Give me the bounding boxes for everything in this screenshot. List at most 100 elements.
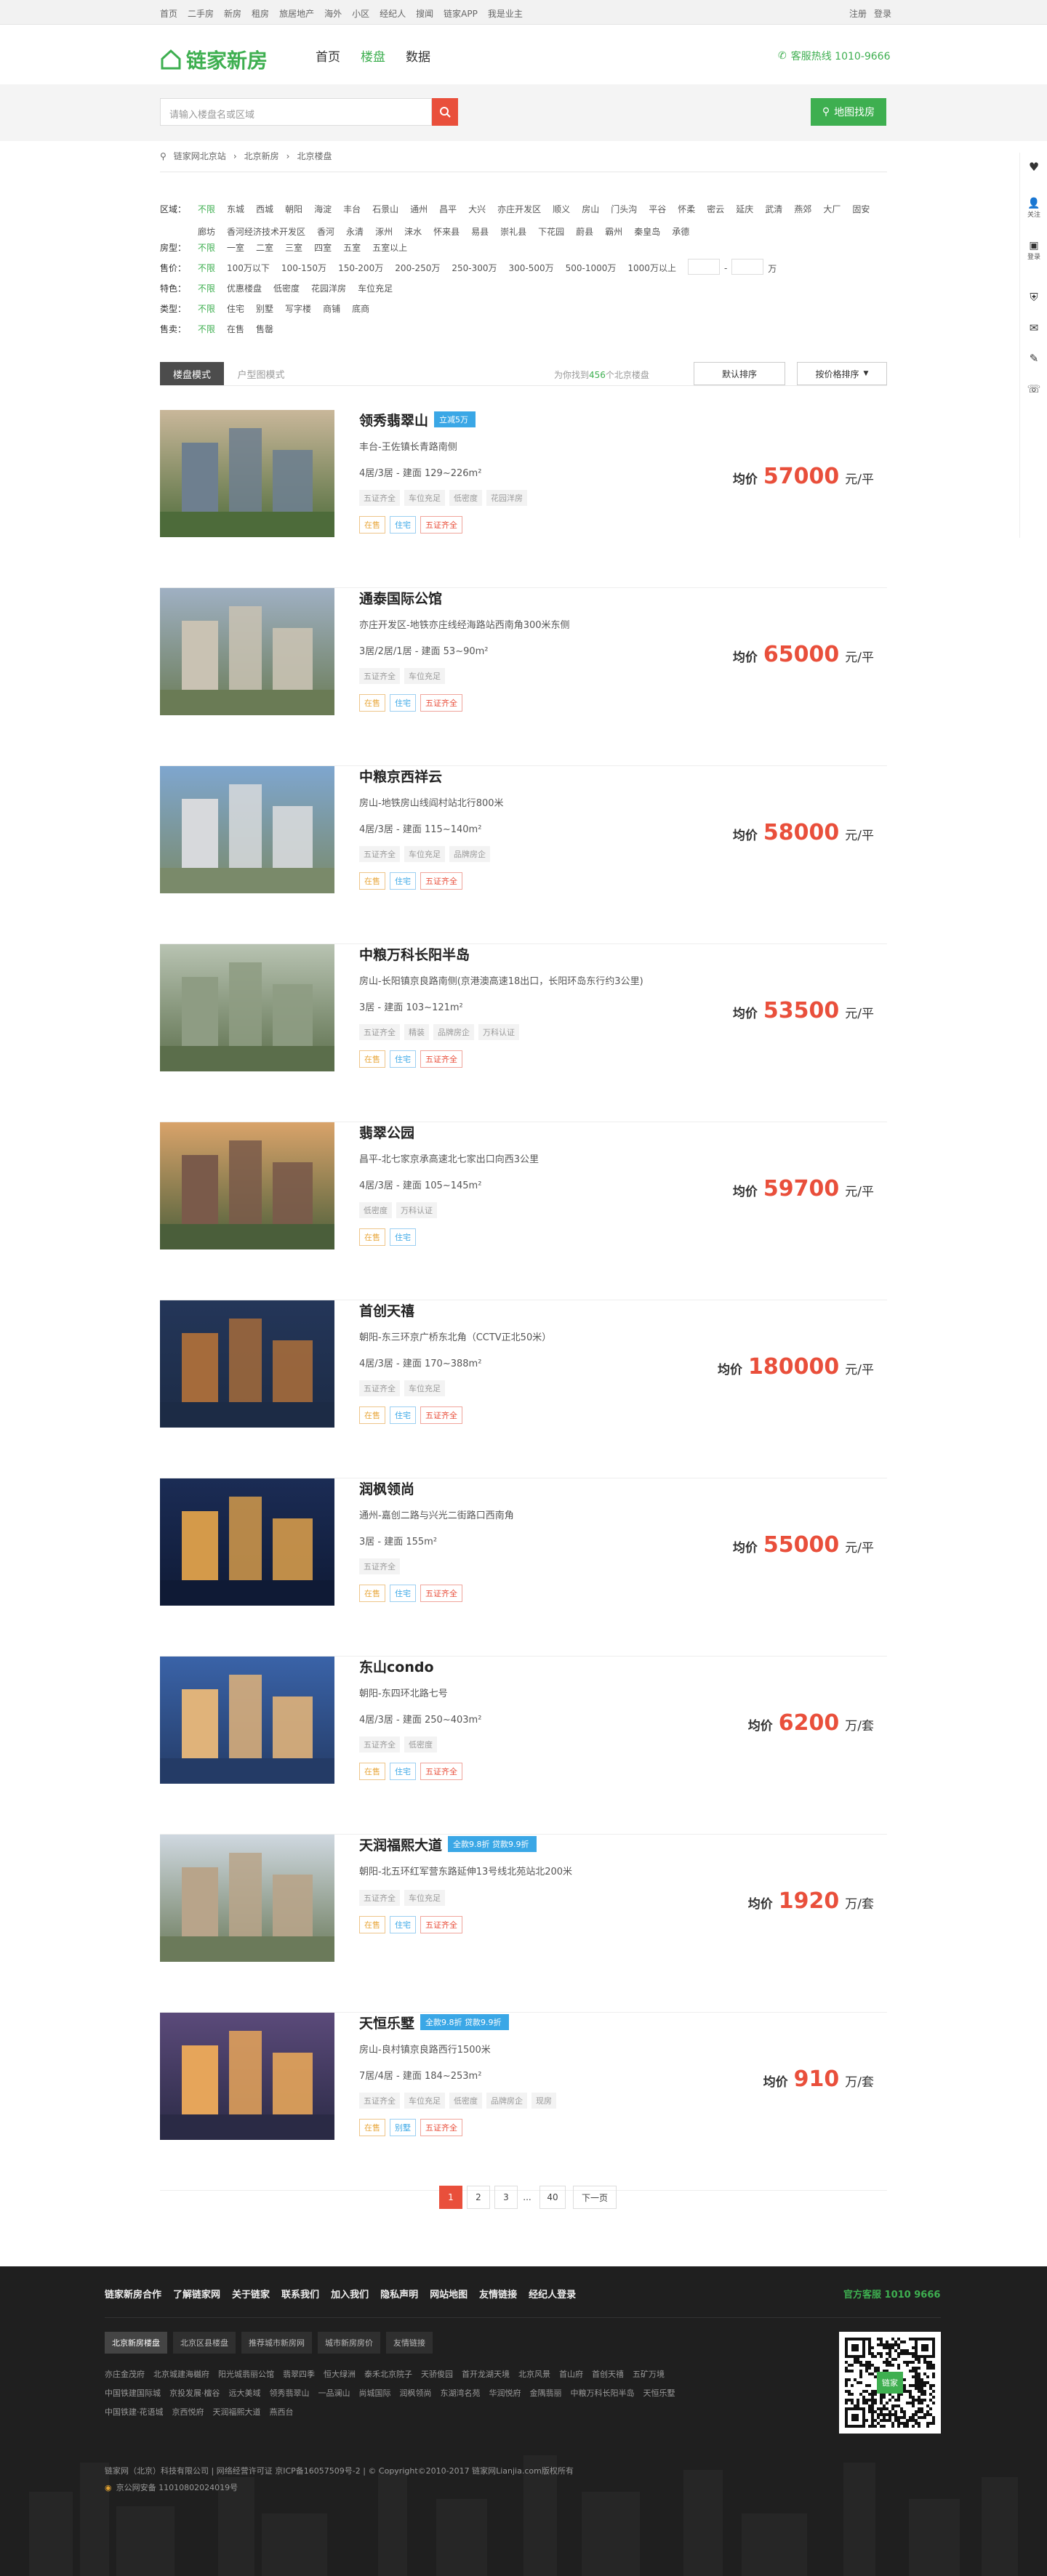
footer-city-link[interactable]: 尚城国际 bbox=[359, 2387, 391, 2399]
footer-city-link[interactable]: 恒大绿洲 bbox=[324, 2368, 356, 2380]
footer-city-link[interactable]: 翡翠四季 bbox=[283, 2368, 315, 2380]
page-3-button[interactable]: 3 bbox=[494, 2186, 518, 2209]
filter-option[interactable]: 写字楼 bbox=[285, 302, 311, 315]
message-tool[interactable]: ✉ bbox=[1020, 321, 1047, 334]
listing-image[interactable] bbox=[160, 944, 334, 1071]
page-1-button[interactable]: 1 bbox=[439, 2186, 462, 2209]
price-min-input[interactable] bbox=[687, 259, 720, 275]
footer-city-link[interactable]: 首山府 bbox=[559, 2368, 583, 2380]
footer-link[interactable]: 链家新房合作 bbox=[105, 2287, 161, 2301]
sort-default-button[interactable]: 默认排序 bbox=[694, 362, 785, 385]
filter-option[interactable]: 售罄 bbox=[256, 323, 273, 335]
filter-option[interactable]: 下花园 bbox=[538, 225, 564, 238]
filter-option[interactable]: 丰台 bbox=[343, 203, 361, 215]
nav-item[interactable]: 楼盘 bbox=[361, 47, 385, 65]
filter-option[interactable]: 100万以下 bbox=[227, 262, 270, 275]
listing-title[interactable]: 中粮京西祥云 bbox=[359, 769, 442, 785]
favorite-tool[interactable]: ♥ bbox=[1020, 160, 1047, 174]
shield-tool[interactable]: ⛨ bbox=[1020, 291, 1047, 304]
edit-tool[interactable]: ✎ bbox=[1020, 352, 1047, 365]
filter-option[interactable]: 平谷 bbox=[649, 203, 666, 215]
top-link[interactable]: 租房 bbox=[252, 7, 269, 20]
footer-link[interactable]: 加入我们 bbox=[331, 2287, 369, 2301]
filter-option[interactable]: 优惠楼盘 bbox=[227, 282, 262, 294]
footer-city-link[interactable]: 首创天禧 bbox=[592, 2368, 624, 2380]
listing-image[interactable] bbox=[160, 588, 334, 715]
listing-image[interactable] bbox=[160, 1657, 334, 1784]
filter-option[interactable]: 四室 bbox=[314, 241, 332, 254]
filter-option[interactable]: 五室以上 bbox=[372, 241, 407, 254]
top-link[interactable]: 我是业主 bbox=[488, 7, 523, 20]
login-tool[interactable]: ▣ 登录 bbox=[1020, 240, 1047, 261]
filter-option[interactable]: 燕郊 bbox=[794, 203, 811, 215]
filter-option[interactable]: 别墅 bbox=[256, 302, 273, 315]
listing-image[interactable] bbox=[160, 1122, 334, 1249]
filter-option[interactable]: 怀来县 bbox=[433, 225, 460, 238]
listing-item[interactable]: 中粮京西祥云 房山-地铁房山线阎村站北行800米 4居/3居 - 建面 115~14… bbox=[160, 766, 887, 944]
next-page-button[interactable]: 下一页 bbox=[573, 2186, 617, 2209]
footer-city-link[interactable]: 中粮万科长阳半岛 bbox=[571, 2387, 635, 2399]
filter-option[interactable]: 五室 bbox=[343, 241, 361, 254]
footer-city-link[interactable]: 五矿万境 bbox=[633, 2368, 665, 2380]
footer-city-link[interactable]: 亦庄金茂府 bbox=[105, 2368, 145, 2380]
top-link[interactable]: 小区 bbox=[352, 7, 369, 20]
footer-city-link[interactable]: 金隅翡丽 bbox=[530, 2387, 562, 2399]
top-link[interactable]: 新房 bbox=[224, 7, 241, 20]
filter-option[interactable]: 延庆 bbox=[736, 203, 753, 215]
listing-name[interactable]: 领秀翡翠山 立减5万 bbox=[359, 410, 476, 430]
footer-city-link[interactable]: 润枫领尚 bbox=[400, 2387, 432, 2399]
filter-option[interactable]: 大厂 bbox=[823, 203, 841, 215]
listing-name[interactable]: 润枫领尚 bbox=[359, 1478, 414, 1498]
footer-tab[interactable]: 北京区县楼盘 bbox=[173, 2332, 236, 2354]
filter-option[interactable]: 商铺 bbox=[323, 302, 340, 315]
filter-option[interactable]: 门头沟 bbox=[611, 203, 637, 215]
top-link[interactable]: 二手房 bbox=[188, 7, 214, 20]
follow-tool[interactable]: 👤 关注 bbox=[1020, 198, 1047, 219]
filter-option[interactable]: 200-250万 bbox=[395, 262, 440, 275]
tab-floorplan-mode[interactable]: 户型图模式 bbox=[227, 362, 295, 385]
listing-name[interactable]: 首创天禧 bbox=[359, 1300, 414, 1320]
filter-option[interactable]: 在售 bbox=[227, 323, 244, 335]
filter-option[interactable]: 朝阳 bbox=[285, 203, 302, 215]
filter-option[interactable]: 500-1000万 bbox=[566, 262, 617, 275]
filter-option[interactable]: 永清 bbox=[346, 225, 364, 238]
footer-city-link[interactable]: 远大美域 bbox=[229, 2387, 261, 2399]
listing-name[interactable]: 天润福熙大道 全款9.8折 贷款9.9折 bbox=[359, 1835, 537, 1854]
listing-name[interactable]: 翡翠公园 bbox=[359, 1122, 414, 1142]
footer-link[interactable]: 关于链家 bbox=[232, 2287, 270, 2301]
footer-tab[interactable]: 推荐城市新房网 bbox=[241, 2332, 312, 2354]
filter-option[interactable]: 250-300万 bbox=[452, 262, 497, 275]
listing-image[interactable] bbox=[160, 766, 334, 893]
filter-option[interactable]: 秦皇岛 bbox=[634, 225, 660, 238]
listing-name[interactable]: 中粮万科长阳半岛 bbox=[359, 944, 470, 964]
filter-option[interactable]: 三室 bbox=[285, 241, 302, 254]
service-tool[interactable]: ☏ bbox=[1020, 382, 1047, 395]
filter-option[interactable]: 霸州 bbox=[605, 225, 622, 238]
footer-city-link[interactable]: 北京城建海樾府 bbox=[153, 2368, 209, 2380]
footer-city-link[interactable]: 天恒乐墅 bbox=[643, 2387, 675, 2399]
filter-option[interactable]: 承德 bbox=[672, 225, 689, 238]
filter-option[interactable]: 车位充足 bbox=[358, 282, 393, 294]
listing-item[interactable]: 天恒乐墅 全款9.8折 贷款9.9折 房山-良村镇京良路西行1500米 7居/4居 -… bbox=[160, 2013, 887, 2191]
footer-tab[interactable]: 北京新房楼盘 bbox=[105, 2332, 167, 2354]
footer-link[interactable]: 网站地图 bbox=[430, 2287, 468, 2301]
filter-option[interactable]: 不限 bbox=[198, 203, 215, 215]
listing-item[interactable]: 润枫领尚 通州-嘉创二路与兴光二街路口西南角 3居 - 建面 155m² 五证齐全 在售… bbox=[160, 1478, 887, 1657]
listing-image[interactable] bbox=[160, 1478, 334, 1606]
filter-option[interactable]: 300-500万 bbox=[508, 262, 553, 275]
filter-option[interactable]: 武清 bbox=[765, 203, 782, 215]
page-40-button[interactable]: 40 bbox=[539, 2186, 566, 2209]
register-link[interactable]: 注册 bbox=[849, 7, 867, 20]
page-2-button[interactable]: 2 bbox=[467, 2186, 490, 2209]
footer-city-link[interactable]: 东湖湾名苑 bbox=[441, 2387, 481, 2399]
listing-item[interactable]: 中粮万科长阳半岛 房山-长阳镇京良路南侧(京港澳高速18出口，长阳环岛东行约3公里… bbox=[160, 944, 887, 1122]
tab-building-mode[interactable]: 楼盘模式 bbox=[160, 362, 224, 385]
footer-tab[interactable]: 友情链接 bbox=[386, 2332, 433, 2354]
listing-title[interactable]: 首创天禧 bbox=[359, 1303, 414, 1319]
listing-item[interactable]: 领秀翡翠山 立减5万 丰台-王佐镇长青路南侧 4居/3居 - 建面 129~226m²… bbox=[160, 410, 887, 588]
filter-option[interactable]: 涞水 bbox=[404, 225, 422, 238]
listing-name[interactable]: 天恒乐墅 全款9.8折 贷款9.9折 bbox=[359, 2013, 509, 2032]
filter-option[interactable]: 低密度 bbox=[273, 282, 300, 294]
listing-image[interactable] bbox=[160, 1300, 334, 1428]
footer-city-link[interactable]: 天润福熙大道 bbox=[213, 2406, 261, 2418]
